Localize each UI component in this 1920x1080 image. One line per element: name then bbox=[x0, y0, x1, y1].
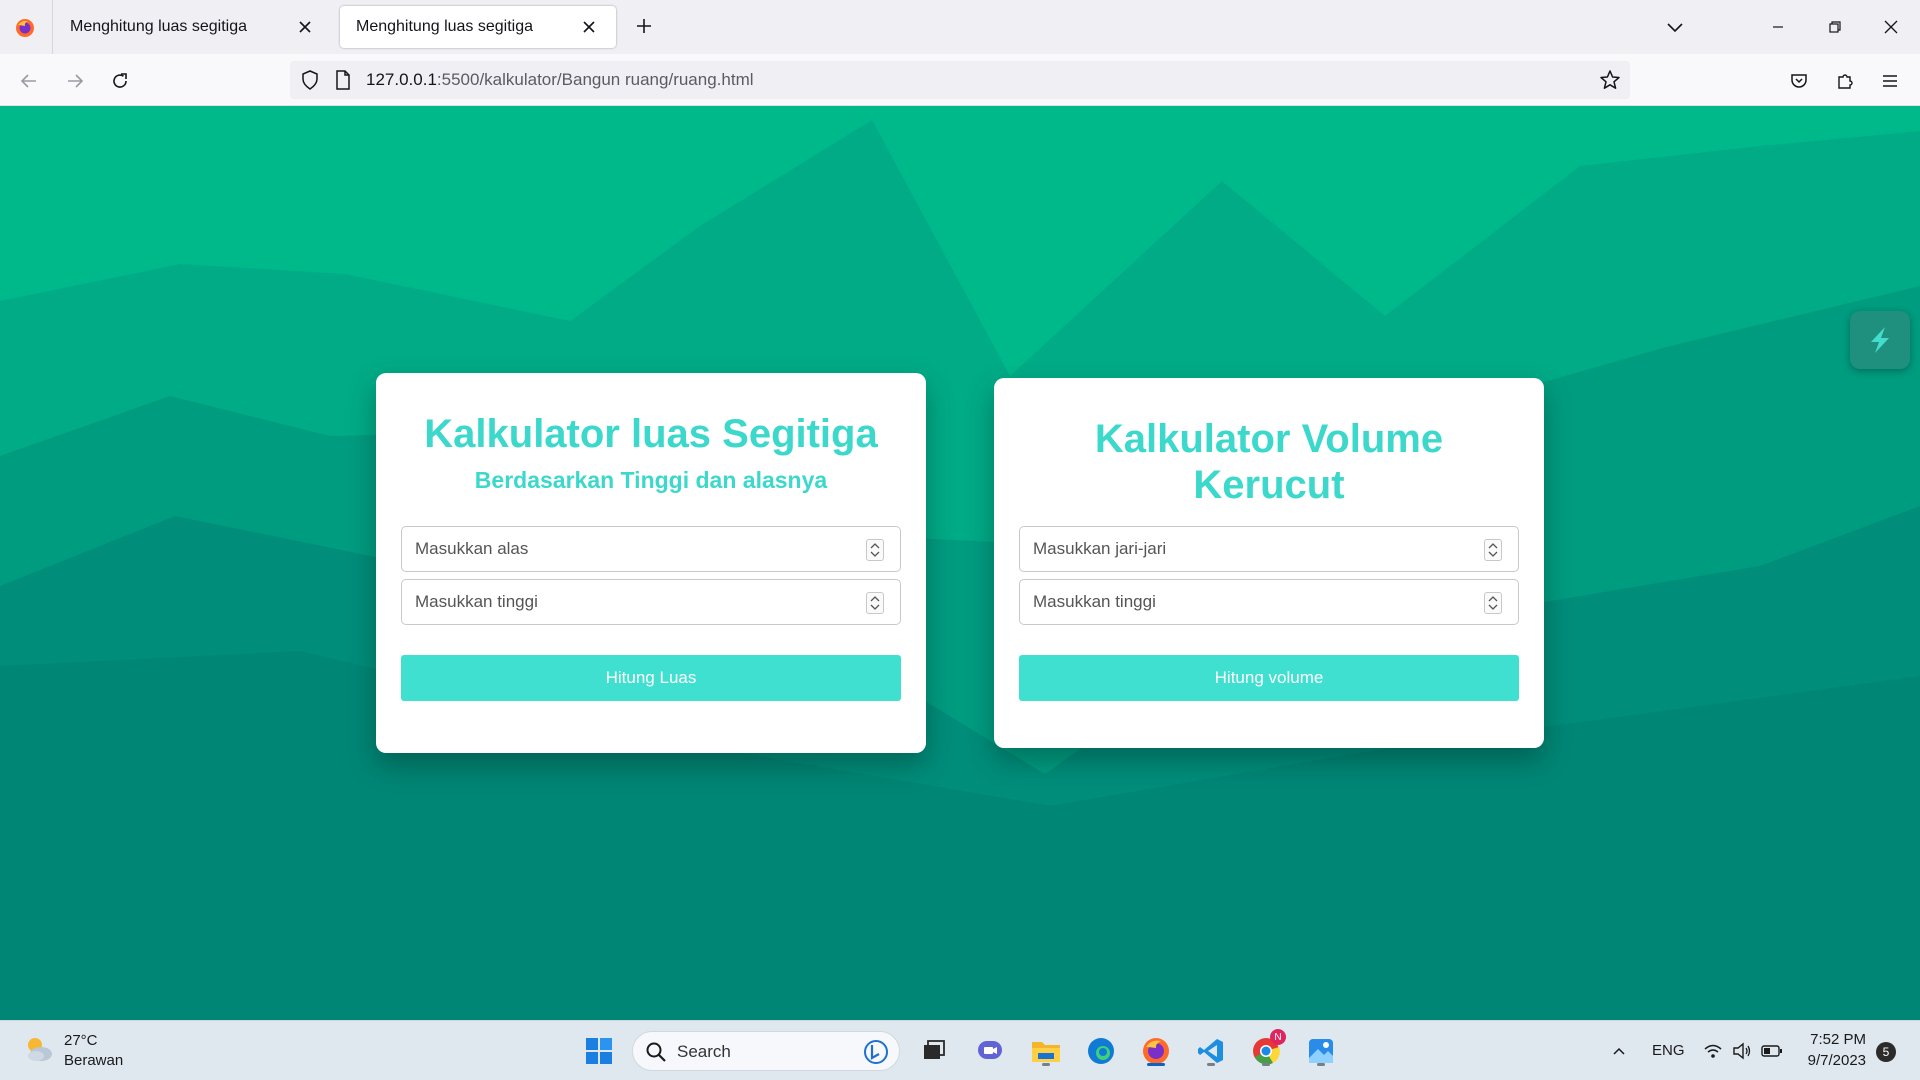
notification-count-badge[interactable]: 5 bbox=[1876, 1042, 1896, 1062]
input-language-indicator[interactable]: ENG bbox=[1652, 1042, 1685, 1059]
new-tab-button[interactable] bbox=[630, 14, 658, 42]
show-hidden-icons-chevron-icon[interactable] bbox=[1601, 1033, 1637, 1069]
file-explorer-icon[interactable] bbox=[1028, 1033, 1064, 1069]
height-input[interactable] bbox=[402, 580, 900, 624]
running-indicator bbox=[1262, 1063, 1270, 1066]
cone-height-input-field[interactable] bbox=[1019, 579, 1519, 625]
pocket-icon[interactable] bbox=[1784, 66, 1814, 96]
vscode-icon[interactable] bbox=[1193, 1033, 1229, 1069]
mountain-background bbox=[0, 106, 1920, 1020]
height-input-field[interactable] bbox=[401, 579, 901, 625]
number-spinner-icon[interactable] bbox=[1484, 592, 1502, 614]
task-view-icon[interactable] bbox=[916, 1033, 952, 1069]
close-tab-icon[interactable] bbox=[294, 16, 316, 38]
tab-separator bbox=[52, 0, 53, 54]
radius-input-field[interactable] bbox=[1019, 526, 1519, 572]
tracking-protection-shield-icon[interactable] bbox=[300, 69, 320, 96]
base-input[interactable] bbox=[402, 527, 900, 571]
clock-date[interactable]: 9/7/2023 bbox=[1808, 1052, 1866, 1069]
floating-extension-widget[interactable] bbox=[1850, 311, 1910, 369]
photos-app-icon[interactable] bbox=[1303, 1033, 1339, 1069]
close-tab-icon[interactable] bbox=[578, 16, 600, 38]
forward-arrow-icon[interactable] bbox=[60, 66, 90, 96]
number-spinner-icon[interactable] bbox=[866, 539, 884, 561]
calculate-volume-button[interactable]: Hitung volume bbox=[1019, 655, 1519, 701]
back-arrow-icon[interactable] bbox=[14, 66, 44, 96]
running-indicator bbox=[1207, 1063, 1215, 1066]
tab-title: Menghitung luas segitiga bbox=[70, 18, 248, 35]
battery-icon[interactable] bbox=[1754, 1033, 1790, 1069]
running-indicator bbox=[1042, 1063, 1050, 1066]
chrome-icon[interactable]: N bbox=[1248, 1029, 1286, 1069]
hamburger-menu-icon[interactable] bbox=[1875, 66, 1905, 96]
weather-cloudy-icon[interactable] bbox=[22, 1033, 56, 1072]
clock-time[interactable]: 7:52 PM bbox=[1810, 1031, 1866, 1048]
weather-temperature[interactable]: 27°C bbox=[64, 1032, 98, 1049]
chrome-profile-badge: N bbox=[1270, 1029, 1286, 1045]
navigation-toolbar: 127.0.0.1:5500/kalkulator/Bangun ruang/r… bbox=[0, 54, 1920, 106]
reload-icon[interactable] bbox=[105, 66, 135, 96]
minimize-window-icon[interactable] bbox=[1760, 12, 1796, 42]
firefox-view-icon[interactable] bbox=[14, 17, 36, 39]
close-window-icon[interactable] bbox=[1873, 12, 1909, 42]
calculate-area-button[interactable]: Hitung Luas bbox=[401, 655, 901, 701]
teams-chat-icon[interactable] bbox=[972, 1033, 1008, 1069]
tab-title: Menghitung luas segitiga bbox=[356, 18, 534, 35]
number-spinner-icon[interactable] bbox=[1484, 539, 1502, 561]
cone-card-title: Kalkulator Volume Kerucut bbox=[1094, 417, 1444, 507]
number-spinner-icon[interactable] bbox=[866, 592, 884, 614]
firefox-taskbar-icon[interactable] bbox=[1138, 1033, 1174, 1069]
extensions-puzzle-icon[interactable] bbox=[1830, 66, 1860, 96]
search-icon bbox=[645, 1041, 667, 1068]
url-host: 127.0.0.1 bbox=[366, 70, 437, 89]
active-app-indicator bbox=[1147, 1063, 1165, 1066]
cone-height-input[interactable] bbox=[1020, 580, 1518, 624]
list-all-tabs-chevron-icon[interactable] bbox=[1660, 14, 1690, 42]
url-path: :5500/kalkulator/Bangun ruang/ruang.html bbox=[436, 70, 754, 89]
radius-input[interactable] bbox=[1020, 527, 1518, 571]
triangle-area-calculator-card: Kalkulator luas Segitiga Berdasarkan Tin… bbox=[376, 373, 926, 753]
windows-start-icon[interactable] bbox=[581, 1033, 617, 1069]
tab-inactive[interactable]: Menghitung luas segitiga bbox=[54, 6, 332, 48]
url-bar[interactable]: 127.0.0.1:5500/kalkulator/Bangun ruang/r… bbox=[290, 61, 1630, 99]
page-viewport: Kalkulator luas Segitiga Berdasarkan Tin… bbox=[0, 106, 1920, 1020]
search-label: Search bbox=[677, 1042, 731, 1061]
weather-description[interactable]: Berawan bbox=[64, 1052, 123, 1069]
url-text[interactable]: 127.0.0.1:5500/kalkulator/Bangun ruang/r… bbox=[366, 70, 754, 90]
edge-browser-icon[interactable] bbox=[1083, 1033, 1119, 1069]
taskbar-search-box[interactable]: Search bbox=[632, 1031, 900, 1071]
tab-bar: Menghitung luas segitiga Menghitung luas… bbox=[0, 0, 1920, 54]
triangle-card-title: Kalkulator luas Segitiga bbox=[424, 412, 878, 456]
windows-taskbar: 27°C Berawan Search N ENG 7:52 PM 9/7/20… bbox=[0, 1020, 1920, 1080]
bing-chat-icon[interactable] bbox=[863, 1039, 889, 1070]
base-input-field[interactable] bbox=[401, 526, 901, 572]
lightning-logo-icon bbox=[1871, 327, 1889, 353]
page-info-icon[interactable] bbox=[334, 69, 352, 96]
running-indicator bbox=[1317, 1063, 1325, 1066]
restore-window-icon[interactable] bbox=[1817, 12, 1853, 42]
triangle-card-subtitle: Berdasarkan Tinggi dan alasnya bbox=[474, 467, 828, 493]
tab-active[interactable]: Menghitung luas segitiga bbox=[340, 6, 616, 48]
cone-volume-calculator-card: Kalkulator Volume Kerucut Hitung volume bbox=[994, 378, 1544, 748]
bookmark-star-icon[interactable] bbox=[1598, 68, 1622, 97]
